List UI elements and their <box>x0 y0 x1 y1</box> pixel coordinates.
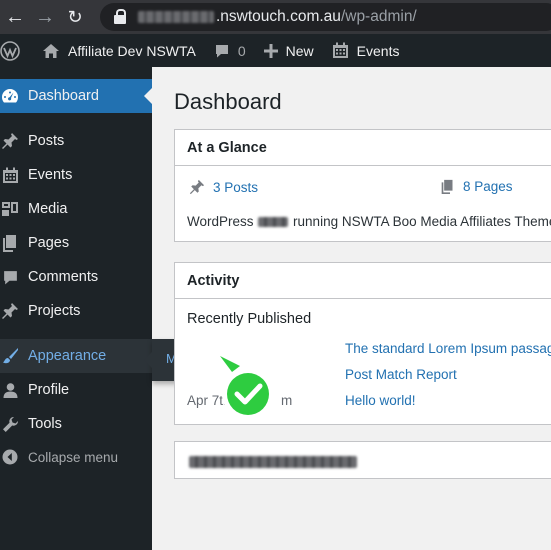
user-icon <box>0 380 20 400</box>
activity-post-link[interactable]: Post Match Report <box>345 367 457 382</box>
glance-posts-count: 3 Posts <box>213 179 259 195</box>
sidebar-item-label: Projects <box>28 303 81 319</box>
sidebar-item-pages[interactable]: Pages <box>0 226 152 260</box>
plus-icon <box>263 43 278 58</box>
pin-icon <box>0 131 20 151</box>
home-icon <box>43 43 59 58</box>
theme-text: running NSWTA Boo Media Affiliates Theme <box>289 214 551 229</box>
url-host: .nswtouch.com.au <box>216 8 341 25</box>
reload-icon[interactable]: ↻ <box>60 0 90 34</box>
glance-pages-link[interactable]: 8 Pages <box>440 179 513 194</box>
wordpress-logo-icon[interactable] <box>0 34 28 67</box>
sidebar-item-label: Comments <box>28 269 99 285</box>
sidebar-item-label: Pages <box>28 235 70 251</box>
redacted-version <box>258 217 289 228</box>
admin-bar-comments[interactable]: 0 <box>204 34 254 67</box>
sidebar-item-label: Collapse menu <box>28 449 119 465</box>
page-title: Dashboard <box>174 89 282 114</box>
redacted-widget-title <box>189 456 357 468</box>
sidebar-item-comments[interactable]: Comments <box>0 260 152 294</box>
sidebar-item-profile[interactable]: Profile <box>0 373 152 407</box>
list-item: Hello world! <box>345 393 416 408</box>
sidebar-item-label: Dashboard <box>28 88 99 104</box>
at-a-glance-widget: At a Glance 3 Posts 8 Pages WordPress ru… <box>174 129 551 242</box>
wrench-icon <box>0 414 20 434</box>
list-item: m <box>281 393 292 408</box>
glance-version-text: WordPress running NSWTA Boo Media Affili… <box>187 214 551 229</box>
sidebar-item-posts[interactable]: Posts <box>0 124 152 158</box>
comment-icon <box>0 267 20 287</box>
sidebar-item-label: Appearance <box>28 348 107 364</box>
sidebar-item-label: Tools <box>28 416 62 432</box>
media-icon <box>0 199 20 219</box>
collapse-icon <box>0 447 20 467</box>
widget-title: Activity <box>175 263 551 299</box>
redacted-widget <box>174 441 551 479</box>
calendar-icon <box>332 42 348 58</box>
activity-subtitle: Recently Published <box>187 311 312 327</box>
pages-icon <box>441 179 453 194</box>
browser-toolbar: ← → ↻ .nswtouch.com.au/wp-admin/ <box>0 0 551 34</box>
activity-post-link[interactable]: Hello world! <box>345 393 416 408</box>
sidebar-item-events[interactable]: Events <box>0 158 152 192</box>
new-label: New <box>285 42 314 59</box>
admin-bar-site[interactable]: Affiliate Dev NSWTA <box>28 34 204 67</box>
events-label: Events <box>356 42 400 59</box>
collapse-menu-button[interactable]: Collapse menu <box>0 440 152 474</box>
forward-icon[interactable]: → <box>30 0 60 34</box>
brush-icon <box>0 346 20 366</box>
comment-icon <box>215 44 228 57</box>
activity-date-suffix: m <box>281 393 293 408</box>
sidebar-item-label: Posts <box>28 133 65 149</box>
pin-icon <box>189 179 205 195</box>
admin-bar-new[interactable]: New <box>254 34 322 67</box>
sidebar-item-label: Profile <box>28 382 70 398</box>
address-bar[interactable]: .nswtouch.com.au/wp-admin/ <box>100 3 551 31</box>
sidebar-item-appearance[interactable]: Appearance <box>0 339 152 373</box>
admin-sidebar: Dashboard Posts Events Media Pages Comme… <box>0 67 152 550</box>
glance-pages-count: 8 Pages <box>463 179 513 194</box>
check-badge-icon <box>220 356 274 420</box>
list-item: Post Match Report <box>345 367 457 382</box>
activity-post-link[interactable]: The standard Lorem Ipsum passage <box>345 341 551 356</box>
redacted-subdomain <box>138 11 214 23</box>
widget-title: At a Glance <box>175 130 551 166</box>
sidebar-item-projects[interactable]: Projects <box>0 294 152 328</box>
pages-icon <box>0 233 20 253</box>
wordpress-label: WordPress <box>187 214 254 229</box>
admin-bar: Affiliate Dev NSWTA 0 New Events <box>0 34 551 67</box>
comments-count: 0 <box>237 42 246 59</box>
pin-icon <box>0 301 20 321</box>
sidebar-item-tools[interactable]: Tools <box>0 407 152 441</box>
list-item: The standard Lorem Ipsum passage <box>345 341 551 356</box>
admin-bar-events[interactable]: Events <box>322 34 408 67</box>
glance-posts-link[interactable]: 3 Posts <box>189 179 258 195</box>
sidebar-item-dashboard[interactable]: Dashboard <box>0 79 152 113</box>
lock-icon <box>114 9 128 25</box>
url-path: /wp-admin/ <box>340 8 417 25</box>
calendar-icon <box>0 165 20 185</box>
back-icon[interactable]: ← <box>0 0 30 34</box>
dashboard-icon <box>0 86 20 106</box>
sidebar-item-label: Media <box>28 201 68 217</box>
site-name: Affiliate Dev NSWTA <box>68 42 196 59</box>
sidebar-item-label: Events <box>28 167 73 183</box>
sidebar-item-media[interactable]: Media <box>0 192 152 226</box>
